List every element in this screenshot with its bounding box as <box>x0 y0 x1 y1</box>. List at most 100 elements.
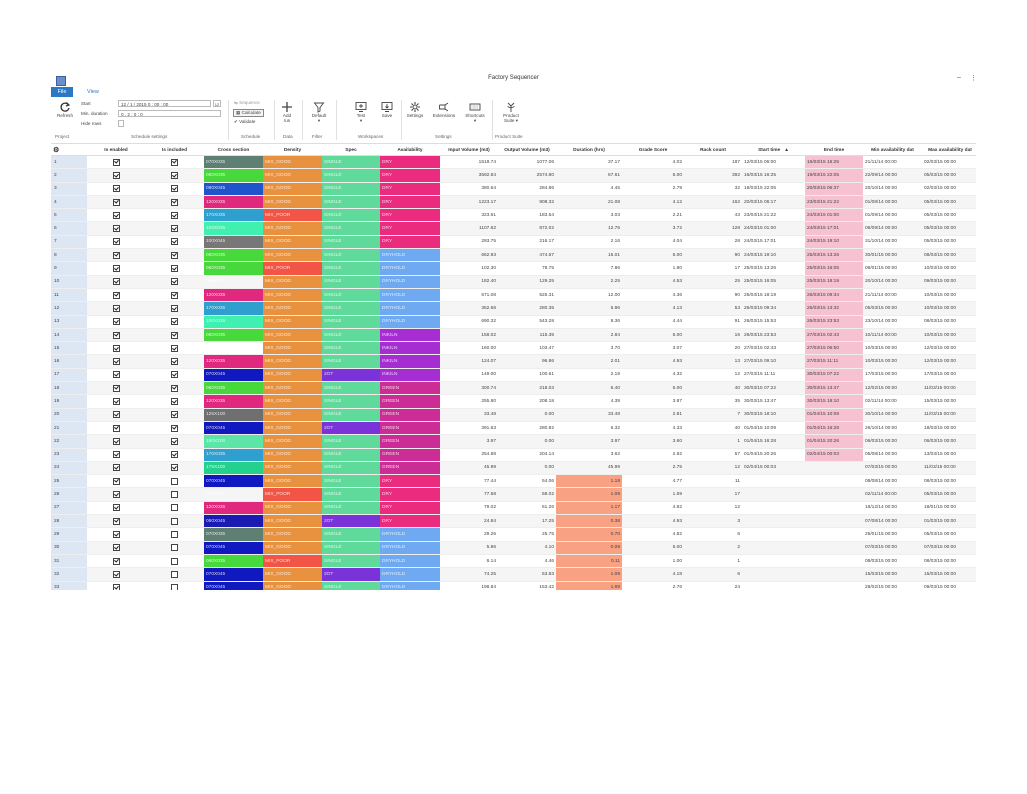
column-header[interactable]: Duration (hrs) <box>556 145 622 156</box>
shortcuts-button[interactable]: Shortcuts ▾ <box>461 101 489 124</box>
start-time-cell[interactable]: 30/03/15 13:47 <box>742 394 805 409</box>
output-volume-cell[interactable]: 872.02 <box>498 221 556 236</box>
table-row[interactable]: 25 070X045 MIX_GOOD SINGLE DRY 77.44 54.06 1.18… <box>51 474 976 489</box>
cross-section-cell[interactable]: 120X035 <box>204 354 263 369</box>
availability-cell[interactable]: DRYHOLD <box>380 527 440 542</box>
duration-cell[interactable]: 5.96 <box>556 301 622 316</box>
tab-view[interactable]: View <box>81 87 105 97</box>
rack-count-cell[interactable]: 43 <box>684 208 742 223</box>
spec-cell[interactable]: SINGLE <box>322 501 380 516</box>
table-row[interactable]: 2 060X035 MIX_GOOD SINGLE DRY 3592.84 2574.80 6… <box>51 168 976 183</box>
cross-section-cell[interactable]: 080X035 <box>204 341 263 356</box>
is-included-cell[interactable] <box>145 288 204 303</box>
min-availability-cell[interactable]: 12/02/15 00:00 <box>863 381 922 396</box>
duration-cell[interactable]: 4.39 <box>556 394 622 409</box>
rack-count-cell[interactable]: 57 <box>684 448 742 462</box>
density-cell[interactable]: MIX_GOOD <box>263 275 322 289</box>
min-availability-cell[interactable]: 26/10/14 00:00 <box>863 421 922 436</box>
rack-count-cell[interactable]: 16 <box>684 328 742 343</box>
is-included-checkbox[interactable] <box>171 318 178 326</box>
min-availability-cell[interactable]: 08/01/15 00:00 <box>863 261 922 276</box>
duration-cell[interactable]: 4.45 <box>556 182 622 196</box>
density-cell[interactable]: MIX_GOOD <box>263 221 322 236</box>
is-included-cell[interactable] <box>145 328 204 343</box>
end-time-cell[interactable] <box>805 461 863 476</box>
rack-count-cell[interactable]: 162 <box>684 195 742 210</box>
is-included-checkbox[interactable] <box>171 557 178 565</box>
table-row[interactable]: 3 080X045 MIX_GOOD SINGLE DRY 380.64 284.86 4.4… <box>51 182 976 196</box>
input-volume-cell[interactable]: 33.48 <box>440 408 498 422</box>
row-header[interactable]: 30 <box>51 541 87 555</box>
end-time-cell[interactable]: 23/03/15 21:22 <box>805 195 863 210</box>
availability-cell[interactable]: DRY <box>380 221 440 236</box>
output-volume-cell[interactable]: 103.47 <box>498 341 556 356</box>
density-cell[interactable]: MIX_GOOD <box>263 381 322 396</box>
min-availability-cell[interactable]: 05/03/15 00:00 <box>863 301 922 316</box>
start-time-cell[interactable]: 02/04/15 00:03 <box>742 461 805 476</box>
spec-cell[interactable]: SINGLE <box>322 448 380 462</box>
grade-score-cell[interactable]: 4.93 <box>622 514 684 529</box>
is-included-checkbox[interactable] <box>171 464 178 472</box>
tab-file[interactable]: File <box>51 87 73 97</box>
duration-cell[interactable]: 2.19 <box>556 368 622 383</box>
max-availability-cell[interactable]: 08/03/15 00:00 <box>922 248 976 263</box>
is-enabled-checkbox[interactable] <box>112 158 120 166</box>
rack-count-cell[interactable]: 1 <box>684 434 742 449</box>
density-cell[interactable]: MIX_GOOD <box>263 527 322 542</box>
is-enabled-cell[interactable] <box>87 315 145 329</box>
is-enabled-checkbox[interactable] <box>112 451 120 459</box>
max-availability-cell[interactable]: 05/03/15 00:00 <box>922 195 976 210</box>
end-time-cell[interactable]: 01/04/15 20:26 <box>805 434 863 449</box>
availability-cell[interactable]: DRYHOLD <box>380 275 440 289</box>
max-availability-cell[interactable]: 10/03/15 00:00 <box>922 328 976 343</box>
start-time-cell[interactable]: 25/03/15 16:05 <box>742 275 805 289</box>
row-header[interactable]: 25 <box>51 474 87 489</box>
calculate-button[interactable]: ▦ Calculate <box>233 109 264 117</box>
column-header[interactable]: Availability <box>380 145 440 156</box>
max-availability-cell[interactable]: 12/03/15 00:00 <box>922 354 976 369</box>
cross-section-cell[interactable]: 070X045 <box>204 421 263 436</box>
cross-section-cell[interactable]: 100X035 <box>204 221 263 236</box>
end-time-cell[interactable] <box>805 554 863 569</box>
save-workspace-button[interactable]: Save <box>377 101 397 118</box>
start-time-cell[interactable] <box>742 527 805 542</box>
is-enabled-checkbox[interactable] <box>112 304 120 312</box>
is-included-cell[interactable] <box>145 554 204 569</box>
is-enabled-cell[interactable] <box>87 554 145 569</box>
row-header[interactable]: 31 <box>51 554 87 569</box>
duration-cell[interactable]: 7.86 <box>556 261 622 276</box>
input-volume-cell[interactable]: 79.02 <box>440 501 498 516</box>
is-enabled-cell[interactable] <box>87 168 145 183</box>
cross-section-cell[interactable]: 100X045 <box>204 235 263 250</box>
cross-section-cell[interactable]: 080X045 <box>204 182 263 196</box>
min-availability-cell[interactable]: 02/11/14 00:00 <box>863 487 922 502</box>
is-included-checkbox[interactable] <box>171 358 178 366</box>
min-availability-cell[interactable]: 18/12/14 00:00 <box>863 501 922 516</box>
input-volume-cell[interactable]: 6.14 <box>440 554 498 569</box>
end-time-cell[interactable]: 27/03/15 11:11 <box>805 354 863 369</box>
table-row[interactable]: 15 080X035 MIX_GOOD SINGLE INKILN 160.00 103.4… <box>51 341 976 356</box>
max-availability-cell[interactable]: 08/03/15 00:00 <box>922 554 976 569</box>
max-availability-cell[interactable]: 18/01/15 00:00 <box>922 501 976 516</box>
end-time-cell[interactable]: 24/03/15 17:01 <box>805 221 863 236</box>
is-included-cell[interactable] <box>145 155 204 170</box>
min-availability-cell[interactable]: 22/09/14 00:00 <box>863 168 922 183</box>
min-availability-cell[interactable]: 01/09/14 00:00 <box>863 208 922 223</box>
availability-cell[interactable]: GREEN <box>380 461 440 476</box>
row-header[interactable]: 12 <box>51 301 87 316</box>
row-header[interactable]: 24 <box>51 461 87 476</box>
column-header[interactable]: Density <box>263 145 322 156</box>
cross-section-cell[interactable]: 060X035 <box>204 261 263 276</box>
duration-cell[interactable]: 2.16 <box>556 235 622 250</box>
table-row[interactable]: 16 120X035 MIX_GOOD SINGLE INKILN 124.07 96.86… <box>51 354 976 369</box>
rack-count-cell[interactable]: 28 <box>684 235 742 250</box>
output-volume-cell[interactable]: 218.03 <box>498 381 556 396</box>
availability-cell[interactable]: DRY <box>380 155 440 170</box>
min-availability-cell[interactable]: 01/08/14 00:00 <box>863 195 922 210</box>
is-included-cell[interactable] <box>145 394 204 409</box>
min-duration-input[interactable]: 0 . 2 : 0 : 0 <box>118 110 221 117</box>
duration-cell[interactable]: 0.09 <box>556 541 622 555</box>
density-cell[interactable]: MIX_GOOD <box>263 248 322 263</box>
table-row[interactable]: 31 060X035 MIX_POOR SINGLE DRYHOLD 6.14 4.46 0.… <box>51 554 976 569</box>
grade-score-cell[interactable]: 5.00 <box>622 328 684 343</box>
